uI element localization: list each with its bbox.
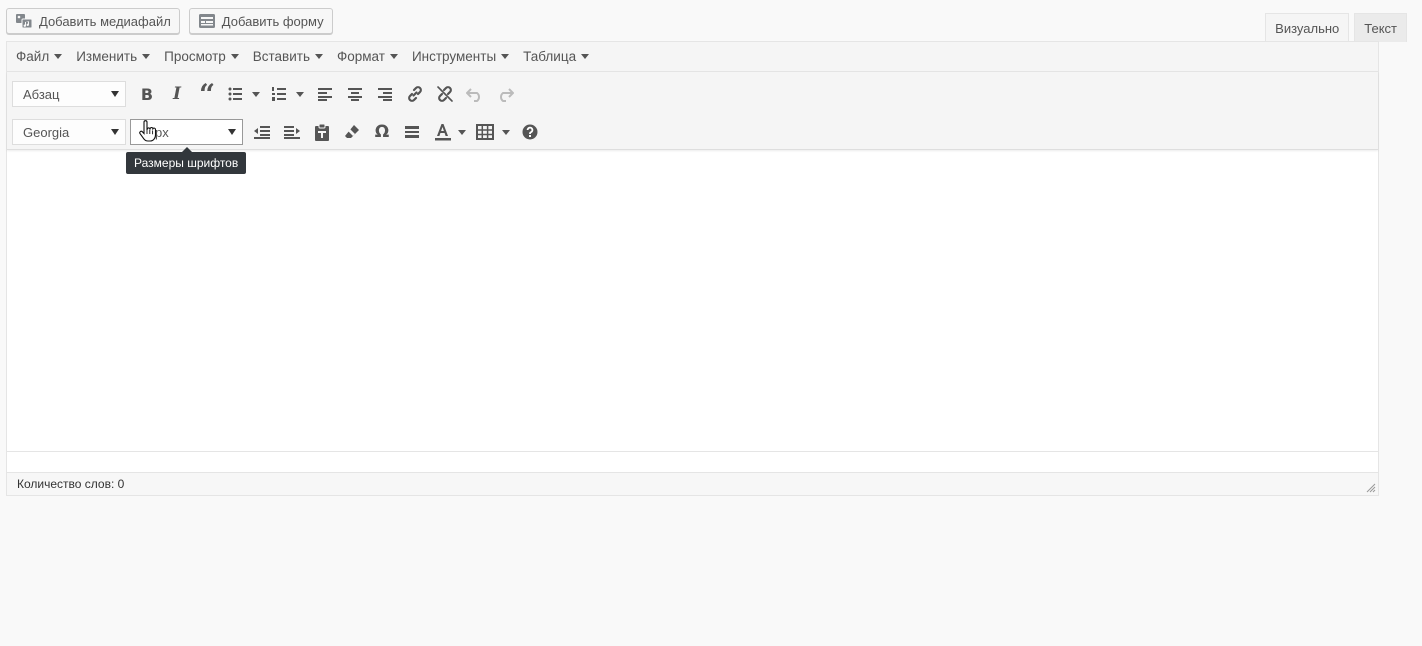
caret-down-icon: [111, 129, 119, 135]
eraser-icon: [345, 125, 359, 138]
editor-content-area[interactable]: [7, 150, 1378, 451]
numbered-list-button[interactable]: [266, 79, 310, 109]
italic-button[interactable]: I: [162, 79, 192, 109]
outdent-button[interactable]: [247, 117, 277, 147]
indent-button[interactable]: [277, 117, 307, 147]
add-form-label: Добавить форму: [221, 13, 324, 29]
text-color-icon: [435, 124, 466, 141]
clipboard-text-icon: [315, 123, 329, 141]
clear-formatting-button[interactable]: [337, 117, 367, 147]
word-count: Количество слов: 0: [17, 477, 125, 491]
caret-down-icon: [501, 54, 510, 59]
align-right-button[interactable]: [370, 79, 400, 109]
unlink-icon: [437, 86, 453, 102]
bold-button[interactable]: Β: [132, 79, 162, 109]
menu-insert-label: Вставить: [252, 49, 310, 64]
insert-link-button[interactable]: [400, 79, 430, 109]
menu-edit-label: Изменить: [76, 49, 138, 64]
toolbar-row-2: Georgia px Ω: [12, 117, 545, 147]
hand-cursor-icon: [139, 120, 157, 142]
tinymce-editor: Файл Изменить Просмотр Вставить Формат И…: [6, 41, 1379, 496]
editor-menubar: Файл Изменить Просмотр Вставить Формат И…: [7, 42, 1378, 72]
redo-button[interactable]: [490, 79, 520, 109]
special-character-button[interactable]: Ω: [367, 117, 397, 147]
menu-format[interactable]: Формат: [330, 42, 405, 72]
add-form-button[interactable]: Добавить форму: [188, 8, 333, 34]
text-color-button[interactable]: [427, 117, 471, 147]
caret-down-icon: [315, 54, 323, 59]
table-button[interactable]: [471, 117, 515, 147]
horizontal-line-button[interactable]: [397, 117, 427, 147]
font-family-select[interactable]: Georgia: [12, 119, 126, 145]
font-size-tooltip: Размеры шрифтов: [126, 147, 247, 174]
bold-icon: Β: [140, 84, 154, 104]
table-icon: [476, 124, 510, 140]
paragraph-format-value: Абзац: [23, 86, 60, 102]
paste-as-text-button[interactable]: [307, 117, 337, 147]
outdent-icon: [254, 126, 270, 139]
menu-tools[interactable]: Инструменты: [405, 42, 516, 72]
menu-table-label: Таблица: [523, 49, 577, 64]
omega-icon: Ω: [374, 122, 390, 142]
align-center-button[interactable]: [340, 79, 370, 109]
undo-button[interactable]: [460, 79, 490, 109]
media-icon: [15, 13, 33, 29]
caret-down-icon: [54, 54, 63, 59]
tab-text[interactable]: Текст: [1354, 13, 1407, 42]
editor-mode-tabs: Визуально Текст: [1265, 13, 1407, 43]
menu-file-label: Файл: [16, 49, 50, 64]
redo-icon: [500, 88, 514, 102]
caret-down-icon: [142, 54, 151, 59]
remove-link-button[interactable]: [430, 79, 460, 109]
help-icon: [522, 124, 538, 140]
toolbar-row-1: Абзац Β I “: [12, 79, 520, 109]
align-left-button[interactable]: [310, 79, 340, 109]
editor-toolbar: Абзац Β I “ Georgia px Ω: [7, 72, 1378, 150]
menu-insert[interactable]: Вставить: [246, 42, 330, 72]
resize-handle-icon[interactable]: [1366, 483, 1376, 493]
form-icon: [198, 13, 216, 29]
italic-icon: I: [173, 84, 181, 104]
menu-view-label: Просмотр: [164, 49, 226, 64]
menu-format-label: Формат: [337, 49, 385, 64]
menu-file[interactable]: Файл: [9, 42, 69, 72]
editor-path-bar: [7, 451, 1378, 472]
add-media-button[interactable]: Добавить медиафайл: [6, 8, 180, 34]
caret-down-icon: [581, 54, 590, 59]
word-count-bar: Количество слов: 0: [7, 472, 1378, 495]
font-family-value: Georgia: [23, 124, 70, 140]
caret-down-icon: [111, 91, 119, 97]
paragraph-format-select[interactable]: Абзац: [12, 81, 126, 107]
menu-view[interactable]: Просмотр: [157, 42, 246, 72]
bullet-list-icon: [228, 87, 260, 101]
menu-tools-label: Инструменты: [411, 49, 497, 64]
help-button[interactable]: [515, 117, 545, 147]
numbered-list-icon: [272, 87, 304, 101]
menu-edit[interactable]: Изменить: [69, 42, 157, 72]
caret-down-icon: [228, 129, 236, 135]
add-media-label: Добавить медиафайл: [39, 13, 171, 29]
undo-icon: [466, 88, 480, 102]
media-buttons: Добавить медиафайл Добавить форму: [6, 8, 333, 34]
blockquote-icon: “: [198, 78, 216, 111]
caret-down-icon: [230, 54, 239, 59]
indent-icon: [284, 126, 300, 139]
caret-down-icon: [389, 54, 398, 59]
horizontal-line-icon: [405, 126, 419, 138]
align-right-icon: [378, 88, 392, 101]
bullet-list-button[interactable]: [222, 79, 266, 109]
link-icon: [408, 86, 422, 102]
align-left-icon: [318, 88, 332, 101]
align-center-icon: [348, 88, 362, 101]
blockquote-button[interactable]: “: [192, 79, 222, 109]
menu-table[interactable]: Таблица: [516, 42, 596, 72]
tab-visual[interactable]: Визуально: [1265, 13, 1350, 43]
